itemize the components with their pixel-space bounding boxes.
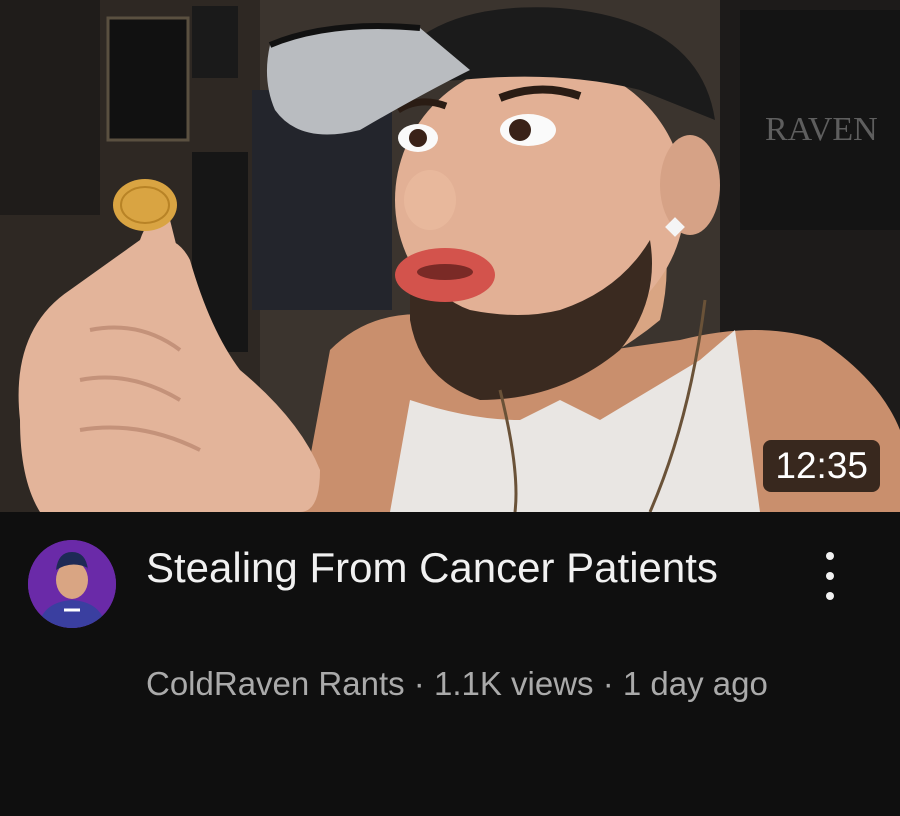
meta-separator: · bbox=[593, 665, 623, 702]
poster-text: RAVEN bbox=[765, 111, 878, 148]
meta-separator: · bbox=[404, 665, 434, 702]
avatar-image bbox=[28, 540, 116, 628]
channel-avatar[interactable] bbox=[28, 540, 116, 628]
video-duration-badge: 12:35 bbox=[763, 440, 880, 492]
thumbnail-image: RAVEN bbox=[0, 0, 900, 512]
upload-age: 1 day ago bbox=[622, 665, 768, 702]
video-thumbnail[interactable]: RAVEN 12:35 bbox=[0, 0, 900, 512]
channel-name[interactable]: ColdRaven Rants bbox=[146, 665, 405, 702]
more-vert-icon[interactable] bbox=[812, 548, 848, 604]
menu-dot bbox=[826, 592, 834, 600]
menu-dot bbox=[826, 552, 834, 560]
view-count: 1.1K views bbox=[433, 665, 594, 702]
menu-dot bbox=[826, 572, 834, 580]
video-details: Stealing From Cancer Patients ColdRaven … bbox=[0, 512, 900, 816]
video-metadata: ColdRaven Rants · 1.1K views · 1 day ago bbox=[146, 660, 786, 708]
video-title[interactable]: Stealing From Cancer Patients bbox=[146, 540, 776, 596]
